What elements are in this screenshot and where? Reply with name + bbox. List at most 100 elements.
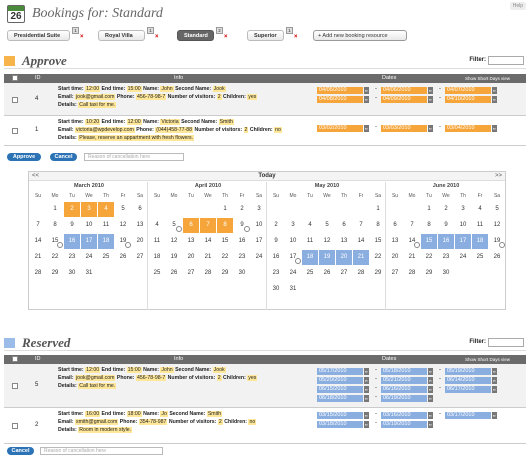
calendar-day[interactable]: 27 [132, 250, 148, 265]
cancel-button[interactable]: Cancel [50, 153, 77, 161]
calendar-day[interactable]: 8 [421, 218, 437, 233]
calendar-day[interactable]: 18 [302, 250, 318, 265]
calendar-day[interactable]: 2 [64, 202, 80, 217]
help-link[interactable]: Help [509, 2, 526, 10]
calendar-day[interactable]: 8 [370, 218, 386, 233]
booking-date-chip[interactable]: 03/19/2010 [381, 421, 427, 428]
calendar-day[interactable]: 2 [234, 202, 250, 217]
calendar-day[interactable]: 17 [81, 234, 97, 249]
calendar-day[interactable]: 19 [166, 250, 182, 265]
calendar-day[interactable]: 31 [285, 282, 301, 297]
calendar-day[interactable]: 22 [47, 250, 63, 265]
booking-date-chip[interactable]: 06/16/2010 [381, 386, 427, 393]
calendar-day[interactable]: 27 [336, 266, 352, 281]
calendar-day[interactable]: 18 [472, 234, 488, 249]
booking-date-chip[interactable]: 03/03/2010 [381, 125, 427, 132]
calendar-day[interactable]: 16 [438, 234, 454, 249]
resource-tab[interactable]: Superior [247, 30, 284, 41]
booking-date-chip[interactable]: 06/15/2010 [317, 386, 363, 393]
add-resource-button[interactable]: + Add new booking resource [313, 30, 407, 41]
calendar-day[interactable]: 16 [234, 234, 250, 249]
calendar-day[interactable]: 23 [234, 250, 250, 265]
calendar-day[interactable]: 17 [455, 234, 471, 249]
calendar-day[interactable]: 20 [132, 234, 148, 249]
calendar-day[interactable]: 1 [217, 202, 233, 217]
today-link[interactable]: Today [29, 172, 505, 181]
calendar-day[interactable]: 15 [370, 234, 386, 249]
calendar-day[interactable]: 27 [183, 266, 199, 281]
calendar-day[interactable]: 9 [438, 218, 454, 233]
filter-select[interactable] [488, 338, 524, 347]
booking-date-chip[interactable]: 06/14/2010 [445, 377, 491, 384]
booking-date-chip[interactable]: 03/16/2010 [381, 412, 427, 419]
calendar-day[interactable]: 12 [166, 234, 182, 249]
row-checkbox[interactable] [12, 96, 18, 103]
booking-date-chip[interactable]: 05/17/2010 [317, 368, 363, 375]
select-all-checkbox[interactable] [12, 74, 18, 81]
calendar-day[interactable]: 1 [370, 202, 386, 217]
calendar-day[interactable]: 3 [251, 202, 267, 217]
calendar-day[interactable]: 21 [200, 250, 216, 265]
calendar-day[interactable]: 19 [115, 234, 131, 249]
booking-date-chip[interactable]: 04/05/2010 [317, 87, 363, 94]
resource-tab[interactable]: Presidential Suite [7, 30, 70, 41]
calendar-day[interactable]: 20 [387, 250, 403, 265]
calendar-day[interactable]: 12 [489, 218, 505, 233]
cancellation-reason-input[interactable]: Reason of cancellation here [84, 153, 184, 161]
calendar-day[interactable]: 3 [455, 202, 471, 217]
calendar-day[interactable]: 4 [98, 202, 114, 217]
calendar-day[interactable]: 22 [217, 250, 233, 265]
calendar-day[interactable]: 11 [302, 234, 318, 249]
calendar-day[interactable]: 9 [234, 218, 250, 233]
calendar-day[interactable]: 18 [98, 234, 114, 249]
booking-date-chip[interactable]: 05/19/2010 [445, 368, 491, 375]
calendar-day[interactable]: 7 [200, 218, 216, 233]
calendar-day[interactable]: 25 [302, 266, 318, 281]
delete-resource-icon[interactable]: × [80, 34, 84, 40]
calendar-day[interactable]: 20 [183, 250, 199, 265]
cancel-button[interactable]: Cancel [7, 447, 34, 455]
cancellation-reason-input[interactable]: Reason of cancellation here [40, 447, 163, 455]
calendar-day[interactable]: 23 [268, 266, 284, 281]
calendar-day[interactable]: 4 [472, 202, 488, 217]
calendar-day[interactable]: 12 [115, 218, 131, 233]
calendar-day[interactable]: 14 [404, 234, 420, 249]
delete-resource-icon[interactable]: × [294, 34, 298, 40]
calendar-day[interactable]: 23 [64, 250, 80, 265]
calendar-day[interactable]: 13 [387, 234, 403, 249]
booking-date-chip[interactable]: 04/06/2010 [381, 87, 427, 94]
booking-date-chip[interactable]: 03/15/2010 [317, 412, 363, 419]
calendar-day[interactable]: 13 [336, 234, 352, 249]
booking-date-chip[interactable]: 05/21/2010 [381, 377, 427, 384]
calendar-day[interactable]: 30 [268, 282, 284, 297]
calendar-day[interactable]: 26 [489, 250, 505, 265]
calendar-day[interactable]: 25 [472, 250, 488, 265]
calendar-day[interactable]: 10 [455, 218, 471, 233]
calendar-day[interactable]: 19 [489, 234, 505, 249]
calendar-day[interactable]: 1 [421, 202, 437, 217]
calendar-day[interactable]: 15 [421, 234, 437, 249]
calendar-day[interactable]: 22 [421, 250, 437, 265]
resource-tab[interactable]: Royal Villa [98, 30, 145, 41]
calendar-day[interactable]: 3 [81, 202, 97, 217]
calendar-day[interactable]: 20 [336, 250, 352, 265]
calendar-day[interactable]: 30 [64, 266, 80, 281]
calendar-day[interactable]: 11 [149, 234, 165, 249]
calendar-day[interactable]: 10 [251, 218, 267, 233]
booking-date-chip[interactable]: 06/17/2010 [445, 386, 491, 393]
booking-date-chip[interactable]: 04/08/2010 [317, 96, 363, 103]
calendar-day[interactable]: 13 [183, 234, 199, 249]
calendar-day[interactable]: 30 [438, 266, 454, 281]
calendar-day[interactable]: 31 [81, 266, 97, 281]
calendar-day[interactable]: 18 [149, 250, 165, 265]
calendar-day[interactable]: 4 [302, 218, 318, 233]
calendar-day[interactable]: 23 [438, 250, 454, 265]
calendar-day[interactable]: 10 [81, 218, 97, 233]
calendar-day[interactable]: 21 [404, 250, 420, 265]
calendar-day[interactable]: 25 [149, 266, 165, 281]
calendar-day[interactable]: 14 [30, 234, 46, 249]
calendar-day[interactable]: 17 [285, 250, 301, 265]
row-checkbox[interactable] [12, 128, 18, 134]
calendar-day[interactable]: 24 [81, 250, 97, 265]
calendar-day[interactable]: 2 [268, 218, 284, 233]
